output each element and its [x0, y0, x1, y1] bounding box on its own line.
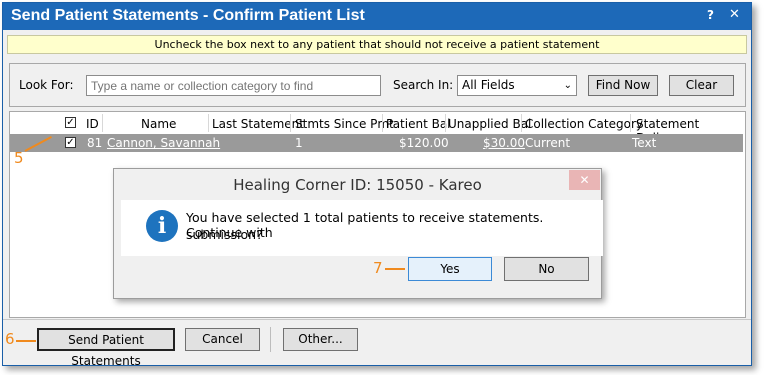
step-7-pointer	[385, 268, 405, 270]
find-now-button[interactable]: Find Now	[588, 75, 658, 96]
look-for-input[interactable]	[86, 75, 381, 96]
look-for-label: Look For:	[19, 78, 74, 92]
dialog-title: Healing Corner ID: 15050 - Kareo	[233, 176, 482, 194]
cell-statement-delivery: Text	[632, 136, 657, 150]
table-row[interactable]: ✓ 81 Cannon, Savannah 1 $120.00 $30.00 C…	[10, 134, 743, 152]
close-icon[interactable]: ✕	[729, 7, 740, 22]
chevron-down-icon: ⌄	[563, 80, 572, 91]
send-patient-statements-button[interactable]: Send Patient Statements	[37, 328, 175, 368]
select-all-checkbox[interactable]: ✓	[65, 117, 76, 128]
step-6-callout: 6	[5, 330, 15, 348]
info-icon: i	[146, 210, 178, 242]
cancel-button[interactable]: Cancel	[185, 328, 260, 351]
patient-name-link[interactable]: Cannon, Savannah	[107, 136, 220, 150]
column-divider	[290, 114, 291, 132]
column-header-unapplied-bal[interactable]: Unapplied Bal	[448, 117, 531, 131]
no-button[interactable]: No	[504, 257, 589, 281]
column-divider	[102, 114, 103, 132]
unapplied-bal-link[interactable]: $30.00	[483, 136, 525, 150]
search-in-value: All Fields	[462, 78, 515, 92]
footer-separator	[270, 327, 271, 352]
search-in-select[interactable]: All Fields ⌄	[457, 75, 577, 96]
cell-id: 81	[87, 136, 103, 150]
dialog-message-line2: submission?	[186, 227, 263, 242]
instruction-banner: Uncheck the box next to any patient that…	[7, 35, 747, 54]
cell-stmts-since-pmt: 1	[295, 136, 303, 150]
window-title: Send Patient Statements - Confirm Patien…	[11, 7, 365, 24]
clear-button[interactable]: Clear	[669, 75, 734, 96]
column-divider	[521, 114, 522, 132]
column-header-patient-bal[interactable]: Patient Bal	[386, 117, 451, 131]
yes-button[interactable]: Yes	[408, 257, 492, 281]
other-button[interactable]: Other...	[283, 328, 358, 351]
column-divider	[208, 114, 209, 132]
step-5-callout: 5	[14, 149, 24, 167]
column-header-name[interactable]: Name	[141, 117, 176, 131]
column-divider	[382, 114, 383, 132]
cell-patient-bal: $120.00	[399, 136, 449, 150]
column-header-id[interactable]: ID	[86, 117, 99, 131]
dialog-close-icon[interactable]: ✕	[569, 170, 600, 190]
column-divider	[445, 114, 446, 132]
step-6-pointer	[16, 340, 36, 342]
help-icon[interactable]: ?	[707, 8, 714, 22]
search-in-label: Search In:	[393, 78, 454, 92]
confirm-dialog: Healing Corner ID: 15050 - Kareo ✕ i You…	[113, 168, 603, 299]
step-7-callout: 7	[373, 259, 383, 277]
column-header-stmts-since-pmt[interactable]: Stmts Since Pmt	[295, 117, 394, 131]
search-panel: Look For: Search In: All Fields ⌄ Find N…	[9, 63, 746, 107]
column-divider	[630, 114, 631, 132]
dialog-body: i You have selected 1 total patients to …	[121, 200, 603, 256]
footer-divider	[3, 319, 751, 320]
row-checkbox[interactable]: ✓	[65, 137, 76, 148]
cell-collection-category: Current	[525, 136, 571, 150]
column-header-collection-category[interactable]: Collection Category	[525, 117, 643, 131]
title-bar: Send Patient Statements - Confirm Patien…	[3, 3, 751, 30]
